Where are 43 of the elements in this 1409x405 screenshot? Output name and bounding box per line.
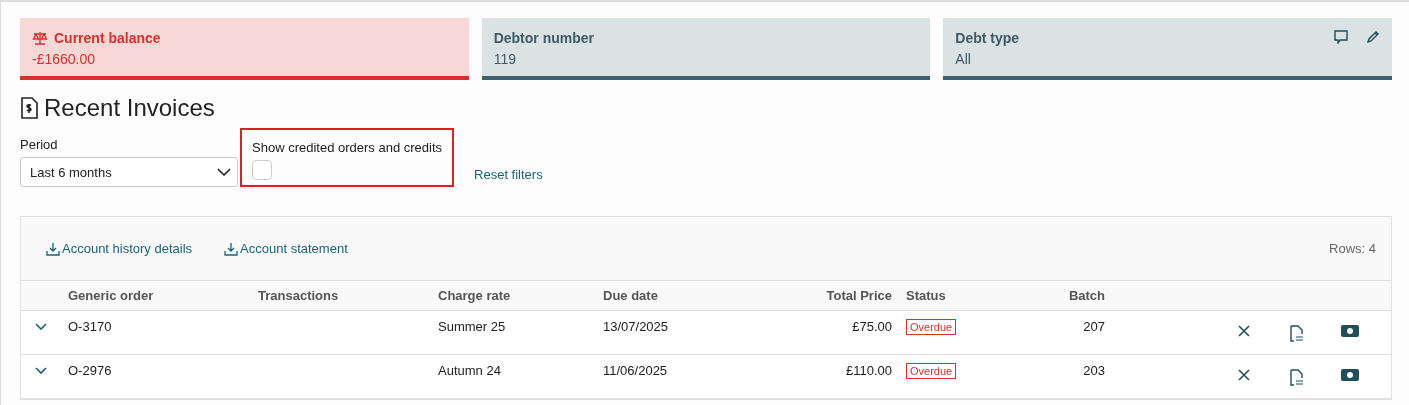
table-cell-text: O-2976 bbox=[68, 363, 113, 378]
column-header: Charge rate bbox=[438, 288, 512, 303]
download-link[interactable]: Account statement bbox=[224, 241, 348, 256]
row-count: Rows: 4 bbox=[1329, 241, 1376, 256]
card-value: -£1660.00 bbox=[32, 51, 97, 67]
credits-checkbox[interactable] bbox=[252, 160, 272, 180]
column-header: Generic order bbox=[68, 288, 155, 303]
table-cell-text: 11/06/2025 bbox=[603, 363, 669, 378]
card-label: Debtor number bbox=[493, 30, 594, 46]
status-badge: Overdue bbox=[906, 319, 957, 335]
credits-label: Show credited orders and credits bbox=[252, 140, 443, 155]
column-header: Batch bbox=[1067, 288, 1105, 303]
download-icon bbox=[224, 241, 239, 256]
table-cell-text: Autumn 24 bbox=[438, 363, 502, 378]
invoice-icon bbox=[20, 97, 38, 119]
scale-icon bbox=[32, 31, 48, 45]
table-cell-text: £110.00 bbox=[844, 363, 892, 378]
chevron-down-icon bbox=[217, 168, 231, 176]
column-header: Status bbox=[906, 288, 947, 303]
table-cell-text: Summer 25 bbox=[438, 319, 507, 334]
expand-chevron-icon[interactable] bbox=[35, 367, 49, 375]
card-label: Current balance bbox=[54, 30, 161, 46]
pencil-icon[interactable] bbox=[1366, 30, 1380, 44]
card-value: 119 bbox=[493, 51, 517, 67]
card-label: Debt type bbox=[955, 30, 1020, 46]
table-cell-text: O-3170 bbox=[68, 319, 113, 334]
download-link[interactable]: Account history details bbox=[46, 241, 193, 256]
column-header: Total Price bbox=[825, 288, 892, 303]
table-cell-text: 13/07/2025 bbox=[603, 319, 670, 334]
expand-chevron-icon[interactable] bbox=[35, 323, 49, 331]
column-header: Transactions bbox=[258, 288, 340, 303]
comment-icon[interactable] bbox=[1334, 30, 1348, 44]
table-cell-text: 207 bbox=[1082, 319, 1105, 334]
period-select[interactable]: Last 6 months bbox=[20, 157, 238, 187]
section-title: Recent Invoices bbox=[44, 94, 215, 122]
column-header: Due date bbox=[603, 288, 659, 303]
reset-filters-link[interactable]: Reset filters bbox=[474, 167, 543, 182]
download-icon bbox=[46, 241, 60, 256]
period-label: Period bbox=[20, 137, 59, 152]
table-cell-text: 203 bbox=[1082, 363, 1105, 378]
status-badge: Overdue bbox=[906, 363, 957, 379]
card-value: All bbox=[955, 51, 972, 67]
table-cell-text: £75.00 bbox=[851, 319, 892, 334]
